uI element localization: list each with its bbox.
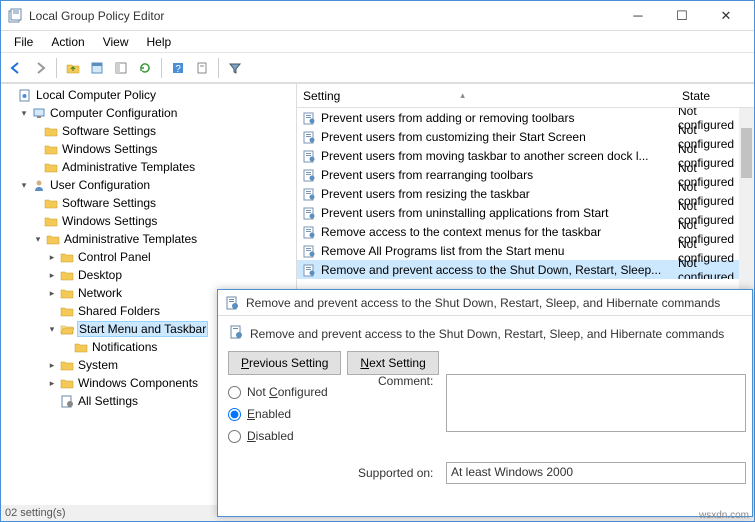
user-icon [31, 178, 47, 192]
titlebar: Local Group Policy Editor ─ ☐ ✕ [1, 1, 754, 31]
tree-software-settings-2[interactable]: Software Settings [3, 194, 294, 212]
row-text: Prevent users from rearranging toolbars [321, 168, 678, 182]
chevron-down-icon[interactable]: ▾ [31, 234, 45, 245]
tree-admin-templates-1[interactable]: Administrative Templates [3, 158, 294, 176]
folder-icon [59, 376, 75, 390]
folder-icon [43, 196, 59, 210]
previous-setting-button[interactable]: Previous Setting [228, 351, 341, 375]
column-header-state[interactable]: State [678, 89, 754, 103]
chevron-right-icon[interactable]: ▸ [45, 378, 59, 389]
folder-icon [59, 358, 75, 372]
folder-icon [73, 340, 89, 354]
chevron-right-icon[interactable]: ▸ [45, 252, 59, 263]
scrollbar-thumb[interactable] [741, 128, 752, 178]
folder-icon [43, 124, 59, 138]
toolbar: ? [1, 53, 754, 83]
list-body: Prevent users from adding or removing to… [297, 108, 754, 279]
list-header: Setting▴ State [297, 84, 754, 108]
menu-help[interactable]: Help [138, 33, 181, 51]
chevron-down-icon[interactable]: ▾ [45, 324, 59, 335]
maximize-button[interactable]: ☐ [660, 2, 704, 30]
setting-icon [301, 186, 317, 202]
minimize-button[interactable]: ─ [616, 2, 660, 30]
chevron-down-icon[interactable]: ▾ [17, 108, 31, 119]
setting-icon [301, 129, 317, 145]
setting-icon [301, 224, 317, 240]
folder-open-icon [59, 322, 75, 336]
tree-desktop[interactable]: ▸Desktop [3, 266, 294, 284]
close-button[interactable]: ✕ [704, 2, 748, 30]
folder-icon [43, 142, 59, 156]
chevron-right-icon[interactable]: ▸ [45, 288, 59, 299]
watermark: wsxdn.com [699, 510, 749, 521]
svg-text:?: ? [175, 64, 181, 75]
dialog-heading: Remove and prevent access to the Shut Do… [250, 327, 724, 341]
folder-icon [43, 160, 59, 174]
setting-icon [301, 148, 317, 164]
tree-admin-templates-2[interactable]: ▾ Administrative Templates [3, 230, 294, 248]
row-text: Prevent users from resizing the taskbar [321, 187, 678, 201]
setting-icon [301, 167, 317, 183]
view-icon[interactable] [110, 57, 132, 79]
policy-dialog: Remove and prevent access to the Shut Do… [217, 289, 753, 517]
sort-asc-icon: ▴ [460, 90, 465, 101]
refresh-icon[interactable] [134, 57, 156, 79]
settings-list-icon [59, 394, 75, 408]
folder-icon [59, 250, 75, 264]
policy-icon [228, 324, 244, 343]
row-text: Remove and prevent access to the Shut Do… [321, 263, 678, 277]
dialog-title: Remove and prevent access to the Shut Do… [246, 296, 720, 310]
setting-icon [301, 110, 317, 126]
folder-icon [59, 286, 75, 300]
folder-icon [59, 268, 75, 282]
help-icon[interactable]: ? [167, 57, 189, 79]
window-title: Local Group Policy Editor [29, 9, 616, 23]
setting-icon [301, 205, 317, 221]
row-text: Remove All Programs list from the Start … [321, 244, 678, 258]
tree-windows-settings-2[interactable]: Windows Settings [3, 212, 294, 230]
chevron-down-icon[interactable]: ▾ [17, 180, 31, 191]
menu-view[interactable]: View [94, 33, 138, 51]
row-text: Remove access to the context menus for t… [321, 225, 678, 239]
menu-file[interactable]: File [5, 33, 42, 51]
folder-icon [45, 232, 61, 246]
tree-control-panel[interactable]: ▸Control Panel [3, 248, 294, 266]
supported-on-value: At least Windows 2000 [446, 462, 746, 484]
next-setting-button[interactable]: Next Setting [347, 351, 438, 375]
row-text: Prevent users from uninstalling applicat… [321, 206, 678, 220]
setting-icon [301, 243, 317, 259]
up-folder-icon[interactable] [62, 57, 84, 79]
comment-label: Comment: [378, 374, 433, 388]
filter-icon[interactable] [224, 57, 246, 79]
tree-root[interactable]: Local Computer Policy [3, 86, 294, 104]
folder-icon [59, 304, 75, 318]
folder-icon [43, 214, 59, 228]
supported-on-label: Supported on: [358, 466, 433, 480]
menubar: File Action View Help [1, 31, 754, 53]
policy-icon [224, 295, 240, 311]
menu-action[interactable]: Action [42, 33, 93, 51]
comment-textbox[interactable] [446, 374, 746, 432]
setting-icon [301, 262, 317, 278]
chevron-right-icon[interactable]: ▸ [45, 270, 59, 281]
app-icon [7, 8, 23, 24]
column-header-setting[interactable]: Setting▴ [297, 89, 678, 103]
computer-icon [31, 106, 47, 120]
tree-user-config[interactable]: ▾ User Configuration [3, 176, 294, 194]
policy-icon [17, 88, 33, 102]
properties-icon[interactable] [191, 57, 213, 79]
action-icon[interactable] [86, 57, 108, 79]
chevron-right-icon[interactable]: ▸ [45, 360, 59, 371]
row-text: Prevent users from adding or removing to… [321, 111, 678, 125]
tree-windows-settings-1[interactable]: Windows Settings [3, 140, 294, 158]
row-text: Prevent users from customizing their Sta… [321, 130, 678, 144]
dialog-titlebar[interactable]: Remove and prevent access to the Shut Do… [218, 290, 752, 316]
tree-software-settings-1[interactable]: Software Settings [3, 122, 294, 140]
list-row[interactable]: Remove and prevent access to the Shut Do… [297, 260, 754, 279]
forward-button[interactable] [29, 57, 51, 79]
back-button[interactable] [5, 57, 27, 79]
row-text: Prevent users from moving taskbar to ano… [321, 149, 678, 163]
tree-computer-config[interactable]: ▾ Computer Configuration [3, 104, 294, 122]
